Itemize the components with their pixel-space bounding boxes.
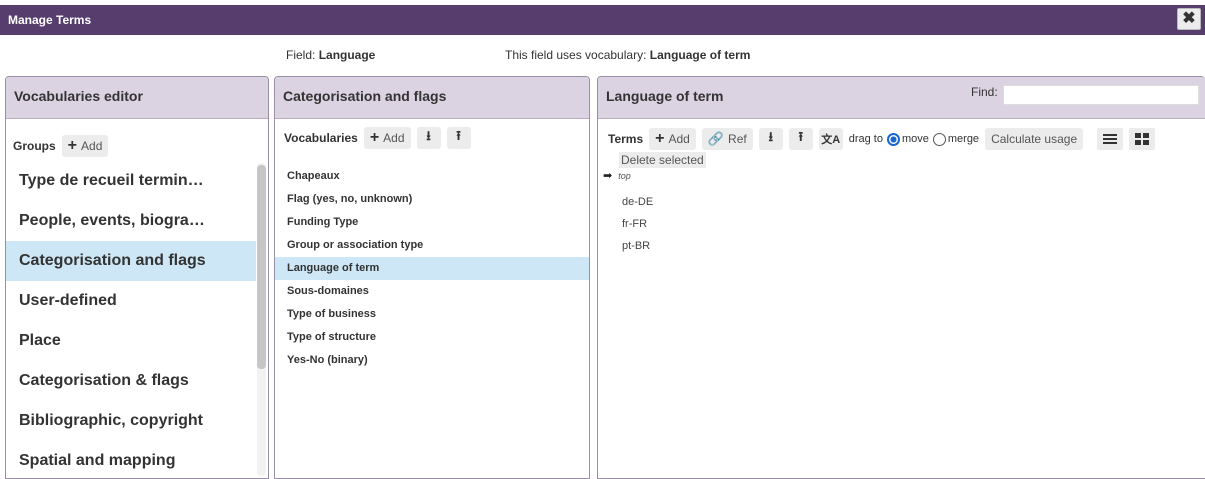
- top-drop-target[interactable]: ➡ top: [603, 169, 631, 182]
- ref-label: Ref: [728, 132, 747, 146]
- vocabulary-item[interactable]: Sous-domaines: [275, 280, 589, 303]
- vocabulary-item-label: Type of business: [287, 308, 377, 320]
- merge-label: merge: [947, 133, 980, 145]
- add-vocabulary-button[interactable]: + Add: [363, 127, 411, 149]
- group-item[interactable]: Categorisation and flags: [6, 241, 256, 281]
- group-item[interactable]: Spatial and mapping: [6, 441, 256, 478]
- top-label: top: [618, 171, 631, 181]
- groups-toolbar: Groups + Add: [13, 135, 109, 157]
- vocabularies-editor-panel: Vocabularies editor Groups + Add Type de …: [5, 76, 269, 479]
- vocabulary-item-label: Type of structure: [287, 331, 377, 343]
- group-item-label: User-defined: [19, 292, 117, 309]
- vocabulary-info: This field uses vocabulary: Language of …: [505, 48, 750, 62]
- group-item-label: Spatial and mapping: [19, 452, 176, 469]
- vocabulary-item[interactable]: Funding Type: [275, 211, 589, 234]
- vocabulary-item-label: Group or association type: [287, 239, 424, 251]
- group-item-label: Categorisation & flags: [19, 372, 189, 389]
- term-item-label: pt-BR: [622, 240, 651, 252]
- group-list: Type de recueil termin… People, events, b…: [6, 161, 256, 478]
- group-item[interactable]: Type de recueil termin…: [6, 161, 256, 201]
- upload-icon[interactable]: ⭱: [788, 128, 813, 150]
- field-label: Field:: [286, 48, 319, 62]
- term-item-label: fr-FR: [622, 218, 648, 230]
- vocabulary-item[interactable]: Group or association type: [275, 234, 589, 257]
- vocabulary-item-label: Language of term: [287, 262, 380, 274]
- group-item-label: Type de recueil termin…: [19, 172, 204, 189]
- field-value: Language: [318, 48, 376, 62]
- group-item[interactable]: Place: [6, 321, 256, 361]
- merge-radio[interactable]: [932, 132, 946, 146]
- translate-icon[interactable]: 文A: [818, 128, 843, 150]
- panel-title: Vocabularies editor: [6, 77, 268, 119]
- vocabulary-item[interactable]: Flag (yes, no, unknown): [275, 188, 589, 211]
- scrollbar-thumb[interactable]: [257, 165, 266, 369]
- add-label: Add: [668, 132, 690, 146]
- vocabulary-item-label: Funding Type: [287, 216, 359, 228]
- dialog-titlebar: Manage Terms ✖: [0, 5, 1205, 35]
- group-item-label: Place: [19, 332, 61, 349]
- categorisation-panel: Categorisation and flags Vocabularies + A…: [274, 76, 590, 479]
- term-item[interactable]: fr-FR: [622, 213, 653, 235]
- vocabulary-label: This field uses vocabulary:: [505, 48, 650, 62]
- link-icon: 🔗: [707, 131, 725, 146]
- group-item[interactable]: Bibliographic, copyright: [6, 401, 256, 441]
- field-info: Field: Language: [286, 48, 375, 62]
- list-view-icon[interactable]: [1097, 128, 1124, 150]
- term-item[interactable]: pt-BR: [622, 235, 653, 257]
- panel-title: Categorisation and flags: [275, 77, 589, 119]
- vocabulary-item[interactable]: Language of term: [275, 257, 589, 280]
- move-label: move: [901, 133, 929, 145]
- vocabulary-item[interactable]: Type of business: [275, 303, 589, 326]
- groups-label: Groups: [13, 139, 56, 153]
- arrow-right-icon: ➡: [603, 170, 613, 182]
- terms-toolbar: Terms + Add 🔗 Ref ⭳ ⭱ 文A drag to move merg…: [608, 128, 1156, 150]
- close-icon[interactable]: ✖: [1177, 8, 1201, 30]
- vocabulary-item[interactable]: Yes-No (binary): [275, 349, 589, 372]
- vocabulary-value: Language of term: [649, 48, 751, 62]
- vocabularies-label: Vocabularies: [284, 131, 358, 145]
- find-input[interactable]: [1003, 85, 1199, 105]
- vocabulary-item[interactable]: Chapeaux: [275, 165, 589, 188]
- group-item-label: People, events, biogra…: [19, 212, 205, 229]
- term-item[interactable]: de-DE: [622, 191, 653, 213]
- vocabulary-item-label: Chapeaux: [287, 170, 340, 182]
- vocabulary-item[interactable]: Type of structure: [275, 326, 589, 349]
- delete-selected-button[interactable]: Delete selected: [619, 152, 706, 168]
- terms-panel: Language of term Find: Terms + Add 🔗 Ref ⭳…: [597, 76, 1205, 479]
- group-item-label: Bibliographic, copyright: [19, 412, 204, 429]
- find-label: Find:: [971, 85, 998, 99]
- vocabulary-list: Chapeaux Flag (yes, no, unknown) Funding T…: [275, 165, 589, 372]
- vocabulary-item-label: Sous-domaines: [287, 285, 369, 297]
- dialog-title: Manage Terms: [8, 13, 92, 27]
- group-item-label: Categorisation and flags: [19, 252, 206, 269]
- add-label: Add: [81, 139, 103, 153]
- grid-view-icon[interactable]: [1129, 128, 1156, 150]
- vocabulary-item-label: Yes-No (binary): [287, 354, 368, 366]
- group-item[interactable]: User-defined: [6, 281, 256, 321]
- term-list: de-DE fr-FR pt-BR: [622, 191, 653, 257]
- calculate-usage-button[interactable]: Calculate usage: [985, 128, 1084, 150]
- plus-icon: +: [369, 129, 380, 146]
- add-term-button[interactable]: + Add: [649, 128, 696, 150]
- add-group-button[interactable]: + Add: [61, 135, 109, 157]
- group-item[interactable]: Categorisation & flags: [6, 361, 256, 401]
- plus-icon: +: [67, 137, 78, 154]
- ref-button[interactable]: 🔗 Ref: [701, 128, 753, 150]
- add-label: Add: [383, 131, 405, 145]
- download-icon[interactable]: ⭳: [758, 128, 783, 150]
- move-radio[interactable]: [886, 132, 900, 146]
- plus-icon: +: [655, 130, 665, 147]
- vocabulary-item-label: Flag (yes, no, unknown): [287, 193, 413, 205]
- terms-label: Terms: [608, 132, 644, 146]
- group-item[interactable]: People, events, biogra…: [6, 201, 256, 241]
- groups-scrollbar[interactable]: [257, 163, 266, 476]
- upload-icon[interactable]: ⭱: [446, 127, 471, 149]
- vocabularies-toolbar: Vocabularies + Add ⭳ ⭱: [284, 127, 471, 149]
- drag-to-label: drag to: [848, 133, 883, 145]
- term-item-label: de-DE: [622, 196, 654, 208]
- download-icon[interactable]: ⭳: [416, 127, 441, 149]
